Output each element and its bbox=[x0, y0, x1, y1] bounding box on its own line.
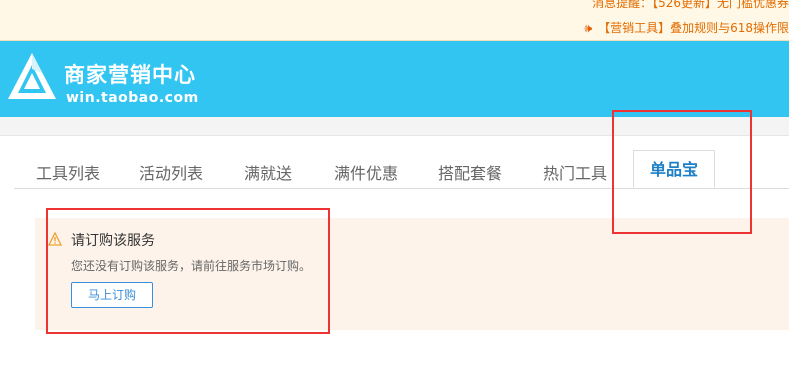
notice-bar: 消息提醒：【526更新】无门槛优惠券 🕪 【营销工具】叠加规则与618操作限 bbox=[0, 0, 789, 41]
tab-full-gift[interactable]: 满就送 bbox=[244, 160, 292, 184]
logo-icon[interactable] bbox=[6, 51, 58, 103]
notice-text-1[interactable]: 消息提醒：【526更新】无门槛优惠券 bbox=[592, 0, 789, 10]
tab-multi-piece-discount[interactable]: 满件优惠 bbox=[334, 160, 398, 184]
highlight-box-alert bbox=[46, 208, 330, 334]
site-header: 商家营销中心 win.taobao.com bbox=[0, 41, 789, 117]
notice-text-2[interactable]: 【营销工具】叠加规则与618操作限 bbox=[598, 21, 789, 35]
brand-subtitle: win.taobao.com bbox=[66, 90, 199, 106]
tab-activity-list[interactable]: 活动列表 bbox=[139, 160, 203, 184]
tab-hot-tools[interactable]: 热门工具 bbox=[543, 160, 607, 184]
notice-line-1[interactable]: 消息提醒：【526更新】无门槛优惠券 bbox=[592, 0, 789, 11]
tab-bundle[interactable]: 搭配套餐 bbox=[438, 160, 502, 184]
brand-title: 商家营销中心 bbox=[64, 63, 196, 87]
notice-line-2[interactable]: 🕪 【营销工具】叠加规则与618操作限 bbox=[585, 19, 789, 36]
tab-tool-list[interactable]: 工具列表 bbox=[36, 160, 100, 184]
speaker-icon: 🕪 bbox=[584, 21, 593, 35]
highlight-box-tab bbox=[612, 110, 752, 234]
